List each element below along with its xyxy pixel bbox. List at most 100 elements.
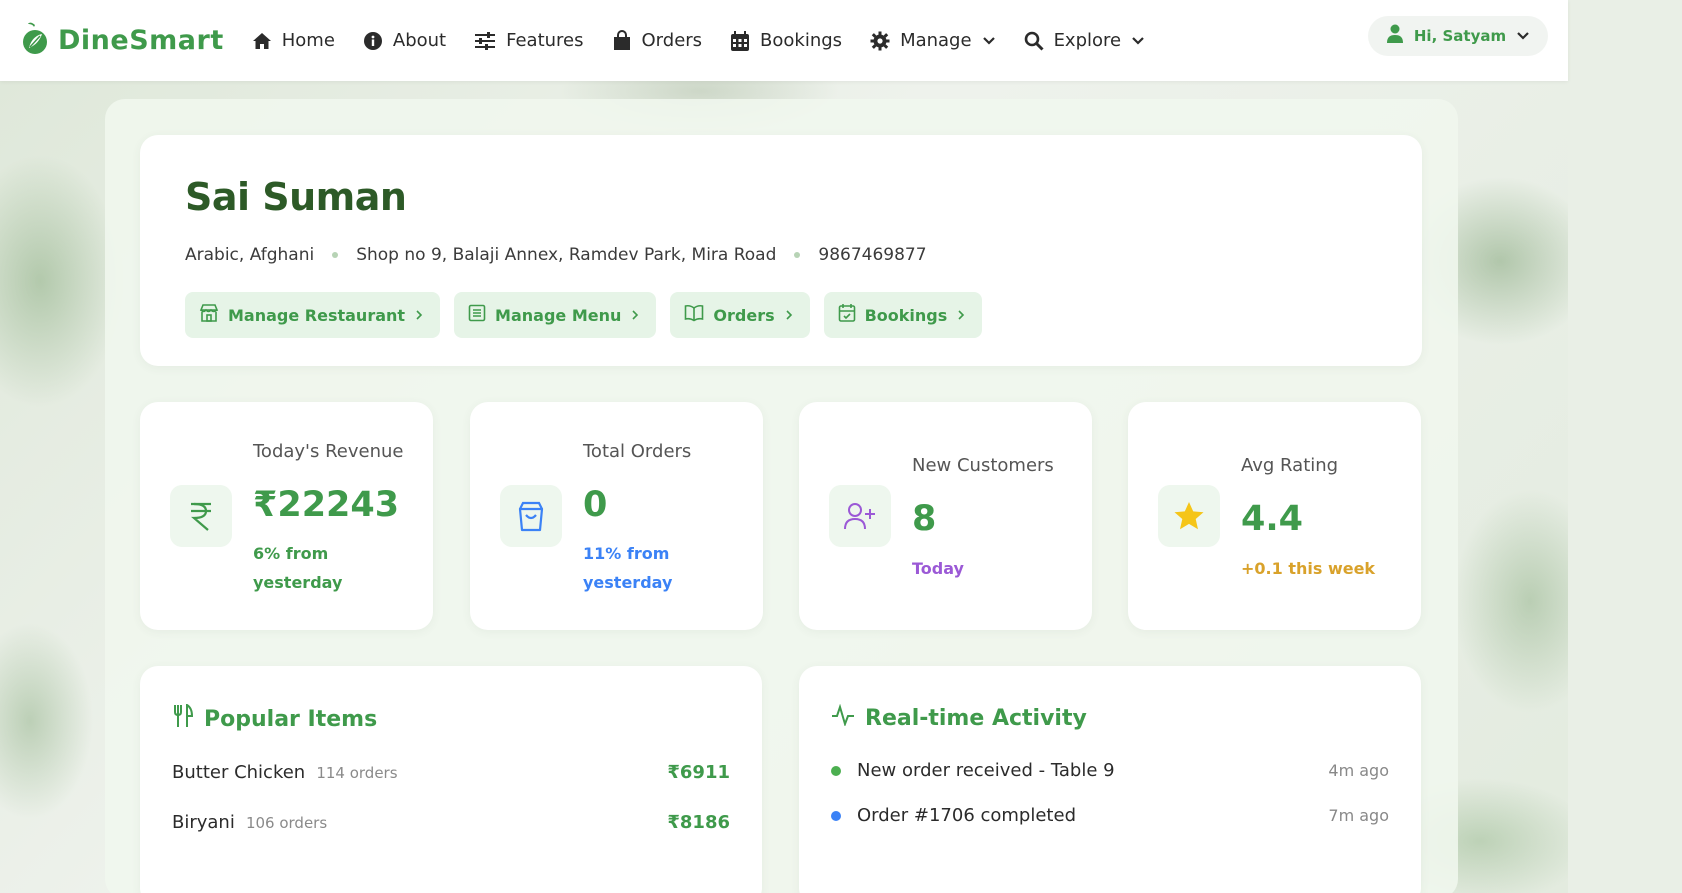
item-order-count: 106 orders (245, 814, 328, 832)
item-name: Biryani (172, 812, 235, 833)
nav-label: Home (281, 30, 335, 51)
quick-action-label: Manage Menu (495, 305, 622, 325)
stat-sub: Today (912, 559, 964, 578)
nav-label: Orders (641, 30, 703, 51)
chevron-down-icon (1131, 36, 1145, 46)
stat-sub: +0.1 this week (1241, 559, 1376, 578)
nav-label: About (392, 30, 447, 51)
restaurant-name: Sai Suman (185, 175, 407, 219)
restaurant-meta: Arabic, Afghani Shop no 9, Balaji Annex,… (185, 245, 927, 265)
user-menu[interactable]: Hi, Satyam (1368, 16, 1548, 56)
stat-card-customers: New Customers 8 Today (799, 402, 1092, 630)
stat-card-revenue: Today's Revenue ₹22243 6% from yesterday (140, 402, 433, 630)
quick-action-label: Orders (713, 305, 775, 325)
nav-label: Explore (1053, 30, 1122, 51)
nav-label: Bookings (760, 30, 843, 51)
shopping-bag-icon (612, 29, 632, 52)
star-icon (1158, 485, 1220, 547)
user-icon (1386, 24, 1404, 48)
popular-items-title: Popular Items (172, 703, 378, 734)
activity-time: 4m ago (1328, 761, 1389, 780)
popular-items-card: Popular Items Butter Chicken 114 orders … (140, 666, 762, 893)
stat-sub: 6% from yesterday (253, 544, 343, 592)
shopping-bag-icon (500, 485, 562, 547)
stat-value: 4.4 (1241, 499, 1304, 539)
user-greeting: Hi, Satyam (1413, 27, 1507, 45)
chevron-right-icon (414, 306, 424, 325)
activity-title: Real-time Activity (831, 703, 1087, 732)
list-item[interactable]: Biryani 106 orders ₹8186 (172, 812, 730, 833)
rupee-icon (170, 485, 232, 547)
search-icon (1024, 31, 1044, 51)
gear-icon (870, 31, 890, 51)
chevron-down-icon (1516, 27, 1530, 45)
restaurant-phone: 9867469877 (818, 245, 927, 265)
restaurant-address: Shop no 9, Balaji Annex, Ramdev Park, Mi… (356, 245, 777, 265)
activity-text: New order received - Table 9 (857, 760, 1115, 781)
stat-label: New Customers (912, 455, 1054, 476)
item-name: Butter Chicken (172, 762, 306, 783)
calendar-icon (730, 30, 750, 52)
brand[interactable]: DineSmart (20, 21, 224, 61)
chevron-down-icon (982, 36, 996, 46)
section-title-text: Popular Items (204, 706, 378, 732)
status-dot (831, 765, 841, 776)
manage-menu-button[interactable]: Manage Menu (454, 292, 657, 338)
quick-action-label: Bookings (864, 305, 948, 325)
activity-pulse-icon (831, 703, 855, 732)
store-icon (199, 303, 219, 327)
restaurant-header-card: Sai Suman Arabic, Afghani Shop no 9, Bal… (140, 135, 1422, 366)
separator-dot (794, 252, 801, 258)
stat-card-orders: Total Orders 0 11% from yesterday (470, 402, 763, 630)
stat-label: Today's Revenue (253, 441, 404, 462)
stat-value: 0 (583, 485, 608, 525)
bookings-button[interactable]: Bookings (823, 292, 983, 338)
nav-label: Features (506, 30, 584, 51)
quick-action-label: Manage Restaurant (228, 305, 406, 325)
nav-manage[interactable]: Manage (870, 30, 996, 51)
book-open-icon (684, 304, 704, 326)
user-plus-icon (829, 485, 891, 547)
chevron-right-icon (956, 306, 966, 325)
stat-value: 8 (912, 499, 937, 539)
separator-dot (332, 252, 339, 258)
main-nav: Home About Features Orders Bookings Mana… (252, 29, 1173, 52)
top-navbar: DineSmart Home About Features Orders Boo… (0, 0, 1568, 81)
item-order-count: 114 orders (316, 764, 398, 782)
nav-features[interactable]: Features (474, 30, 584, 51)
utensils-icon (172, 703, 194, 734)
activity-text: Order #1706 completed (857, 805, 1076, 826)
home-icon (252, 32, 272, 50)
activity-card: Real-time Activity New order received - … (799, 666, 1421, 893)
nav-label: Manage (900, 30, 972, 51)
list-item[interactable]: Butter Chicken 114 orders ₹6911 (172, 762, 730, 783)
manage-restaurant-button[interactable]: Manage Restaurant (185, 292, 441, 338)
activity-item[interactable]: New order received - Table 9 4m ago (831, 760, 1389, 781)
nav-bookings[interactable]: Bookings (730, 30, 842, 52)
nav-orders[interactable]: Orders (612, 29, 703, 52)
stat-label: Total Orders (583, 441, 692, 462)
quick-actions: Manage Restaurant Manage Menu Orders Boo… (185, 292, 983, 338)
stat-label: Avg Rating (1241, 455, 1339, 476)
list-icon (468, 304, 486, 326)
info-icon (363, 31, 383, 51)
nav-about[interactable]: About (363, 30, 446, 51)
chevron-right-icon (630, 306, 640, 325)
stat-card-rating: Avg Rating 4.4 +0.1 this week (1128, 402, 1421, 630)
calendar-check-icon (838, 303, 856, 327)
stat-sub: 11% from yesterday (583, 544, 673, 592)
brand-name: DineSmart (58, 25, 224, 56)
item-price: ₹8186 (667, 812, 730, 833)
chevron-right-icon (784, 306, 794, 325)
section-title-text: Real-time Activity (865, 705, 1087, 731)
status-dot (831, 810, 841, 821)
activity-item[interactable]: Order #1706 completed 7m ago (831, 805, 1389, 826)
nav-explore[interactable]: Explore (1024, 30, 1146, 51)
restaurant-cuisine: Arabic, Afghani (185, 245, 315, 265)
orders-button[interactable]: Orders (670, 292, 810, 338)
activity-time: 7m ago (1328, 806, 1389, 825)
item-price: ₹6911 (667, 762, 730, 783)
sliders-icon (474, 31, 496, 50)
nav-home[interactable]: Home (252, 30, 335, 51)
stat-value: ₹22243 (253, 485, 400, 525)
